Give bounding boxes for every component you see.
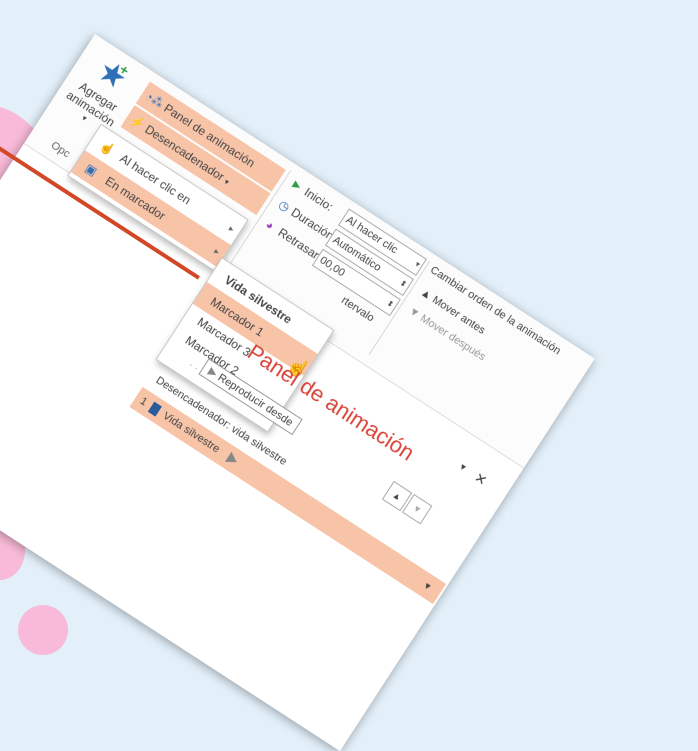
animation-type-icon	[147, 401, 163, 417]
pane-pin-icon[interactable]: ▾	[458, 462, 468, 474]
timeline-bar-icon	[224, 451, 240, 468]
triangle-down-icon: ▼	[410, 502, 424, 516]
animation-pane-icon: ◔⁂	[142, 88, 167, 112]
triangle-up-icon: ▲	[390, 489, 404, 503]
bookmark-icon: ▣	[82, 160, 100, 179]
group-label: Opc	[48, 139, 73, 161]
close-icon[interactable]: ✕	[471, 469, 491, 490]
chevron-down-icon: ▼	[420, 579, 434, 593]
chevron-down-icon: ▾	[222, 177, 231, 187]
